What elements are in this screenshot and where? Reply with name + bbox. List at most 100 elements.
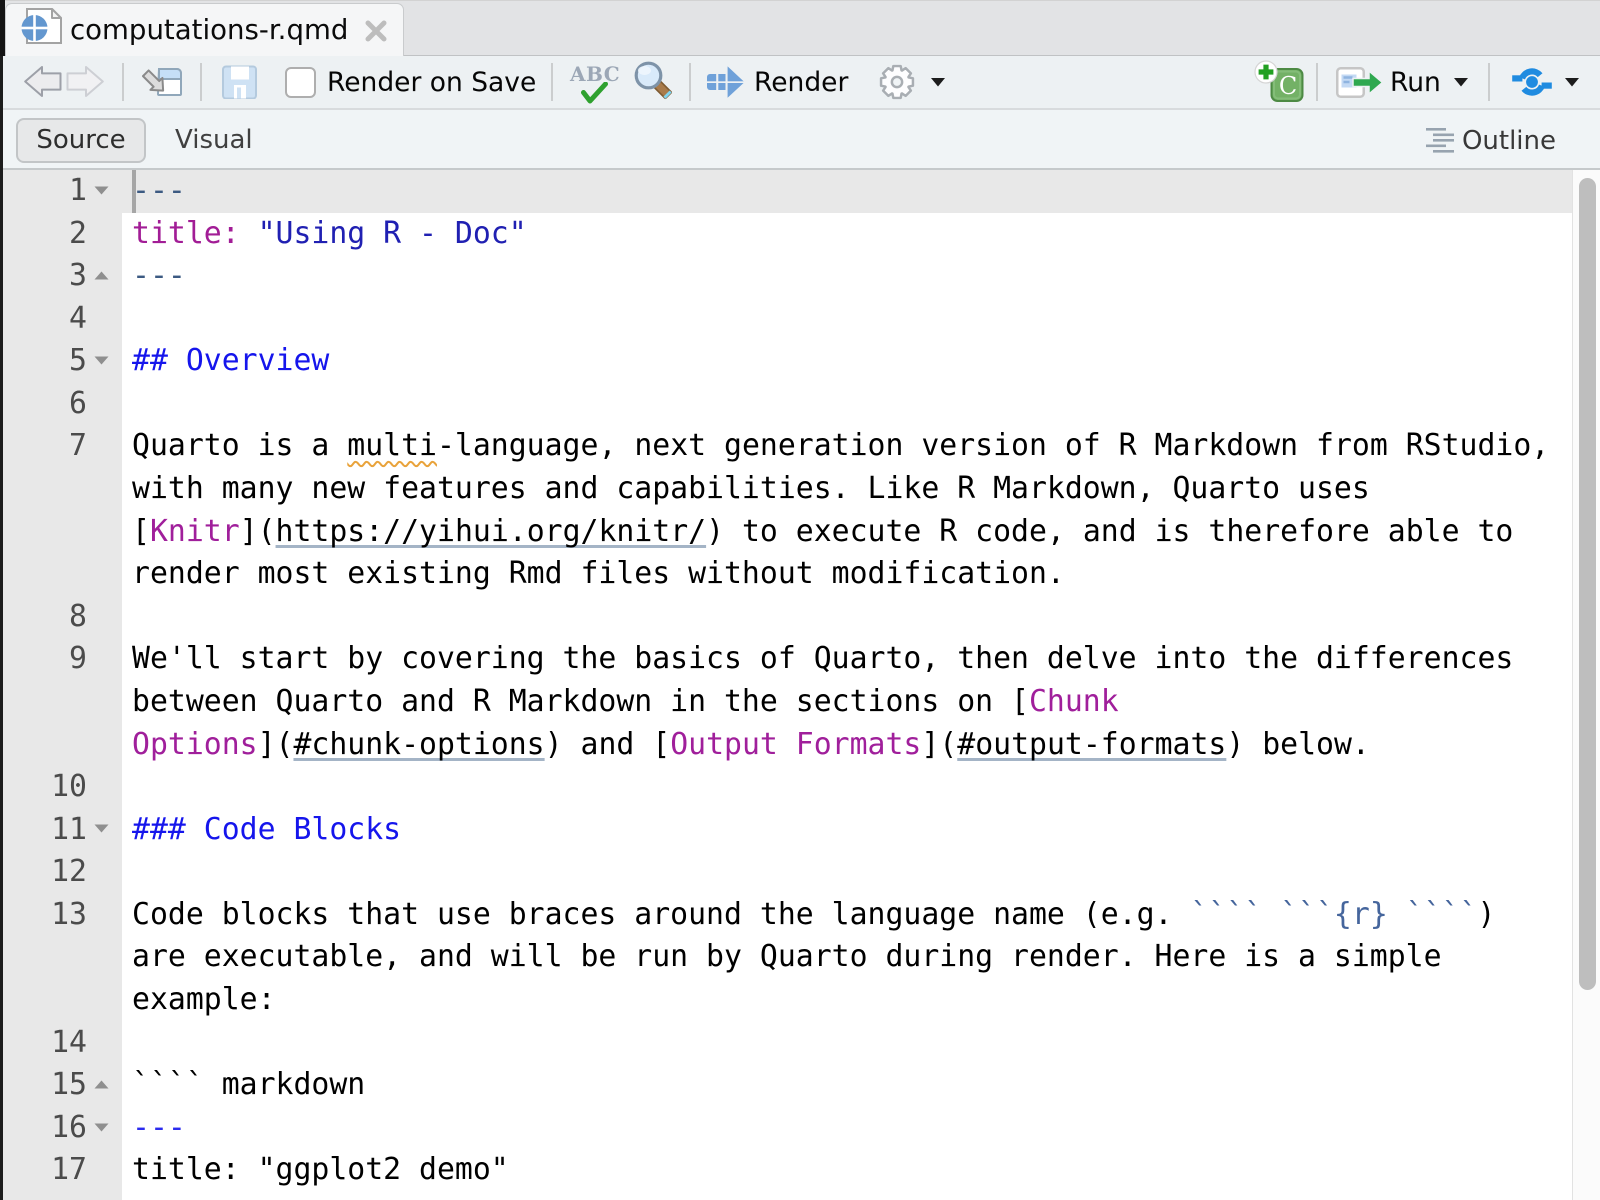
back-button[interactable] (24, 56, 62, 108)
editor-row[interactable]: 1 --- (0, 170, 1600, 213)
tab-visual[interactable]: Visual (175, 118, 253, 163)
code-line[interactable]: title: "Using R - Doc" (122, 213, 1572, 256)
popout-button[interactable] (142, 56, 184, 108)
editor-row[interactable]: 14 (0, 1022, 1600, 1065)
code-segment-p: title: "ggplot2 demo" (132, 1152, 509, 1187)
code-segment-p: ```` markdown (132, 1067, 365, 1102)
render-label-item[interactable]: Render (754, 56, 848, 108)
fold-up-icon[interactable] (94, 271, 109, 280)
editor-row[interactable]: 2 title: "Using R - Doc" (0, 213, 1600, 256)
chevron-down-icon (1454, 78, 1468, 87)
fold-down-icon[interactable] (94, 824, 109, 833)
run-label-item[interactable]: Run (1390, 56, 1441, 108)
editor-row[interactable]: 6 (0, 383, 1600, 426)
code-line[interactable]: Quarto is a multi-language, next generat… (122, 425, 1572, 468)
code-line[interactable] (122, 1022, 1572, 1065)
code-line[interactable]: with many new features and capabilities.… (122, 468, 1572, 511)
render-on-save-checkbox[interactable] (285, 56, 316, 108)
checkbox-box[interactable] (285, 67, 316, 98)
toolbar-separator (689, 63, 691, 101)
line-number (0, 511, 87, 554)
code-line[interactable]: ### Code Blocks (122, 809, 1572, 852)
code-line[interactable]: [Knitr](https://yihui.org/knitr/) to exe… (122, 511, 1572, 554)
code-line[interactable]: title: "ggplot2 demo" (122, 1149, 1572, 1192)
code-line[interactable]: --- (122, 255, 1572, 298)
code-line[interactable]: example: (122, 979, 1572, 1022)
code-segment-yaml: --- (132, 173, 186, 208)
rerun-dropdown[interactable] (1565, 56, 1579, 108)
editor-row[interactable]: 12 (0, 851, 1600, 894)
code-line[interactable]: ```` markdown (122, 1064, 1572, 1107)
code-line[interactable]: between Quarto and R Markdown in the sec… (122, 681, 1572, 724)
editor-row[interactable]: 4 (0, 298, 1600, 341)
rerun-button[interactable] (1509, 56, 1555, 108)
render-options-button[interactable] (879, 56, 915, 108)
vertical-scrollbar[interactable] (1572, 170, 1600, 1200)
editor-row[interactable]: with many new features and capabilities.… (0, 468, 1600, 511)
editor-row[interactable]: example: (0, 979, 1600, 1022)
chevron-down-icon (1565, 78, 1579, 87)
editor-row[interactable]: are executable, and will be run by Quart… (0, 936, 1600, 979)
code-editor[interactable]: 1 --- 2 title: "Using R - Doc" 3 --- 4 5… (0, 170, 1600, 1200)
editor-row[interactable]: Options](#chunk-options) and [Output For… (0, 724, 1600, 767)
editor-row[interactable]: 9 We'll start by covering the basics of … (0, 638, 1600, 681)
run-button[interactable] (1336, 56, 1385, 108)
fold-down-icon[interactable] (94, 356, 109, 365)
code-line[interactable] (122, 383, 1572, 426)
line-number: 6 (0, 383, 87, 426)
outline-toggle[interactable]: Outline (1426, 118, 1556, 163)
editor-row[interactable]: 10 (0, 766, 1600, 809)
code-line[interactable] (122, 596, 1572, 639)
line-number: 2 (0, 213, 87, 256)
fold-column (87, 213, 122, 256)
editor-row[interactable]: between Quarto and R Markdown in the sec… (0, 681, 1600, 724)
fold-down-icon[interactable] (94, 186, 109, 195)
render-button[interactable] (705, 56, 747, 108)
insert-chunk-button[interactable]: C (1254, 56, 1304, 108)
spellcheck-button[interactable]: ABC (568, 56, 618, 108)
editor-row[interactable]: 8 (0, 596, 1600, 639)
code-segment-p: ]( (240, 514, 276, 549)
code-line[interactable]: render most existing Rmd files without m… (122, 553, 1572, 596)
line-number: 11 (0, 809, 87, 852)
code-line[interactable]: Code blocks that use braces around the l… (122, 894, 1572, 937)
editor-row[interactable]: 11 ### Code Blocks (0, 809, 1600, 852)
run-dropdown[interactable] (1454, 56, 1468, 108)
editor-row[interactable]: 15 ```` markdown (0, 1064, 1600, 1107)
editor-row[interactable]: 7 Quarto is a multi-language, next gener… (0, 425, 1600, 468)
find-button[interactable] (630, 56, 682, 108)
code-line[interactable]: are executable, and will be run by Quart… (122, 936, 1572, 979)
tab-source[interactable]: Source (16, 118, 146, 163)
editor-row[interactable]: [Knitr](https://yihui.org/knitr/) to exe… (0, 511, 1600, 554)
editor-row[interactable]: 5 ## Overview (0, 340, 1600, 383)
code-segment-sq: multi (347, 428, 437, 463)
code-line[interactable]: ## Overview (122, 340, 1572, 383)
code-line[interactable]: --- (122, 1107, 1572, 1150)
back-icon (24, 66, 62, 98)
code-line[interactable] (122, 851, 1572, 894)
fold-down-icon[interactable] (94, 1123, 109, 1132)
render-options-dropdown[interactable] (931, 56, 945, 108)
code-segment-lk: Knitr (150, 514, 240, 549)
save-button[interactable] (222, 56, 259, 108)
fold-column (87, 724, 122, 767)
fold-column (87, 1022, 122, 1065)
fold-up-icon[interactable] (94, 1080, 109, 1089)
editor-row[interactable]: 13 Code blocks that use braces around th… (0, 894, 1600, 937)
editor-row[interactable]: 16 --- (0, 1107, 1600, 1150)
scrollbar-thumb[interactable] (1579, 178, 1596, 990)
toolbar-separator (122, 63, 124, 101)
line-number: 5 (0, 340, 87, 383)
editor-row[interactable]: 17 title: "ggplot2 demo" (0, 1149, 1600, 1192)
editor-row[interactable]: render most existing Rmd files without m… (0, 553, 1600, 596)
tab-computations-r[interactable]: computations-r.qmd (5, 3, 404, 57)
gear-icon (879, 64, 915, 100)
code-line[interactable]: --- (122, 170, 1572, 213)
code-line[interactable]: Options](#chunk-options) and [Output For… (122, 724, 1572, 767)
code-line[interactable] (122, 766, 1572, 809)
tab-close-icon[interactable] (363, 18, 389, 44)
code-line[interactable] (122, 298, 1572, 341)
forward-button[interactable] (66, 56, 104, 108)
code-line[interactable]: We'll start by covering the basics of Qu… (122, 638, 1572, 681)
editor-row[interactable]: 3 --- (0, 255, 1600, 298)
